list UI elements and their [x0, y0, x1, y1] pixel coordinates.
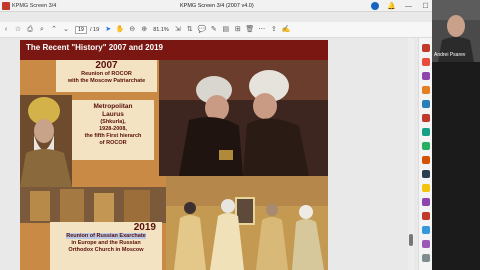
compress-icon[interactable] — [422, 156, 430, 164]
acrobat-icon — [2, 2, 10, 10]
trash-icon[interactable]: 🗑 — [244, 23, 256, 37]
star-icon[interactable]: ☆ — [12, 23, 24, 37]
window-titlebar: KPMG Screen 3/4 KPMG Screen 3/4 (2007 v4… — [0, 0, 432, 12]
maximize-icon[interactable]: ☐ — [421, 2, 430, 11]
export-pdf-icon[interactable] — [422, 44, 430, 52]
send-review-icon[interactable] — [422, 198, 430, 206]
text-2007-line1: Reunion of ROCOR — [81, 71, 132, 77]
hand-icon[interactable]: ✋ — [114, 23, 126, 37]
text-box-laurus: Metropolitan Laurus (Shkurla), 1928-2008… — [72, 100, 154, 160]
slide-title: The Recent "History" 2007 and 2019 — [26, 43, 163, 52]
photo-cathedral-interior — [20, 187, 166, 223]
accessibility-icon[interactable] — [422, 226, 430, 234]
document-tab[interactable]: KPMG Screen 3/4 — [12, 1, 56, 11]
pen-icon[interactable]: ✎ — [208, 23, 220, 37]
print-icon[interactable]: ⎙ — [24, 23, 36, 37]
sign-icon[interactable]: ✍ — [280, 23, 292, 37]
page-number-field[interactable] — [75, 25, 87, 34]
page-down-icon[interactable]: ⌄ — [60, 23, 72, 37]
organize-pages-icon[interactable] — [422, 114, 430, 122]
scroll-mode-icon[interactable]: ⇅ — [184, 23, 196, 37]
edit-pdf-icon[interactable] — [422, 72, 430, 80]
zoom-out-icon[interactable]: ⊖ — [126, 23, 138, 37]
text-2019-line3: Orthodox Church in Moscow — [68, 247, 144, 253]
text-box-2007: 2007 Reunion of ROCOR with the Moscow Pa… — [56, 60, 157, 92]
measure-icon[interactable] — [422, 240, 430, 248]
search-icon[interactable]: ⌕ — [36, 23, 48, 37]
slide-header: The Recent "History" 2007 and 2019 — [20, 40, 328, 60]
highlight-icon[interactable]: ▤ — [220, 23, 232, 37]
page-navigator: / 19 — [75, 25, 100, 34]
laurus-surname: (Shkurla), — [100, 119, 126, 125]
window-title: KPMG Screen 3/4 (2007 v4.0) — [180, 3, 254, 9]
create-pdf-icon[interactable] — [422, 58, 430, 66]
vertical-scrollbar[interactable] — [408, 38, 414, 270]
laurus-name: Laurus — [102, 111, 124, 118]
laurus-title: Metropolitan — [93, 103, 133, 110]
redact-icon[interactable] — [422, 128, 430, 136]
text-2019-line1-highlighted[interactable]: Reunion of Russian Exarchate — [66, 233, 146, 239]
year-2007: 2007 — [95, 60, 118, 71]
text-2007-line2: with the Moscow Patriarchate — [67, 78, 146, 84]
page-up-icon[interactable]: ⌃ — [48, 23, 60, 37]
laurus-role-2: of ROCOR — [99, 140, 127, 146]
zoom-level[interactable]: 81.1% — [153, 27, 169, 33]
comment-icon[interactable]: 💬 — [196, 23, 208, 37]
text-box-2019: 2019 Reunion of Russian Exarchate in Eur… — [50, 222, 162, 270]
account-icon[interactable] — [371, 2, 379, 10]
more-tools-icon[interactable]: ⋯ — [256, 23, 268, 37]
slide: The Recent "History" 2007 and 2019 2007 … — [20, 40, 328, 270]
video-participant-tile[interactable]: Andrei Psarev — [432, 0, 480, 270]
tools-sidebar — [418, 38, 432, 270]
photo-two-bishops — [159, 60, 328, 176]
photo-metropolitan-laurus — [20, 95, 72, 187]
more-tools-sidebar-icon[interactable] — [422, 254, 430, 262]
select-cursor-icon[interactable]: ➤ — [102, 23, 114, 37]
scroll-thumb[interactable] — [409, 234, 413, 246]
print-production-icon[interactable] — [422, 170, 430, 178]
protect-icon[interactable] — [422, 142, 430, 150]
fit-page-icon[interactable]: ⇲ — [172, 23, 184, 37]
fill-sign-icon[interactable] — [422, 184, 430, 192]
combine-files-icon[interactable] — [422, 100, 430, 108]
toolbar: ‹ ☆ ⎙ ⌕ ⌃ ⌄ / 19 ➤ ✋ ⊖ ⊕ 81.1% ⇲ ⇅ 💬 ✎ ▤… — [0, 22, 432, 38]
photo-2019-ceremony — [166, 176, 328, 270]
laurus-years: 1928-2008, — [99, 126, 127, 132]
text-2019-line2: in Europe and the Russian — [71, 240, 141, 246]
year-2019: 2019 — [133, 222, 156, 233]
participant-name: Andrei Psarev — [434, 52, 466, 58]
laurus-role-1: the fifth First hierarch — [84, 133, 142, 139]
rich-media-icon[interactable] — [422, 212, 430, 220]
stamp-icon[interactable]: ⊞ — [232, 23, 244, 37]
page-total: / 19 — [90, 26, 100, 33]
back-icon[interactable]: ‹ — [0, 23, 12, 37]
minimize-icon[interactable]: — — [404, 2, 413, 11]
comment-tool-icon[interactable] — [422, 86, 430, 94]
bell-icon[interactable]: 🔔 — [387, 2, 396, 11]
text-2019-line1: Reunion of Russian Exarchate — [50, 233, 162, 240]
zoom-in-icon[interactable]: ⊕ — [138, 23, 150, 37]
share-icon[interactable]: ⇪ — [268, 23, 280, 37]
